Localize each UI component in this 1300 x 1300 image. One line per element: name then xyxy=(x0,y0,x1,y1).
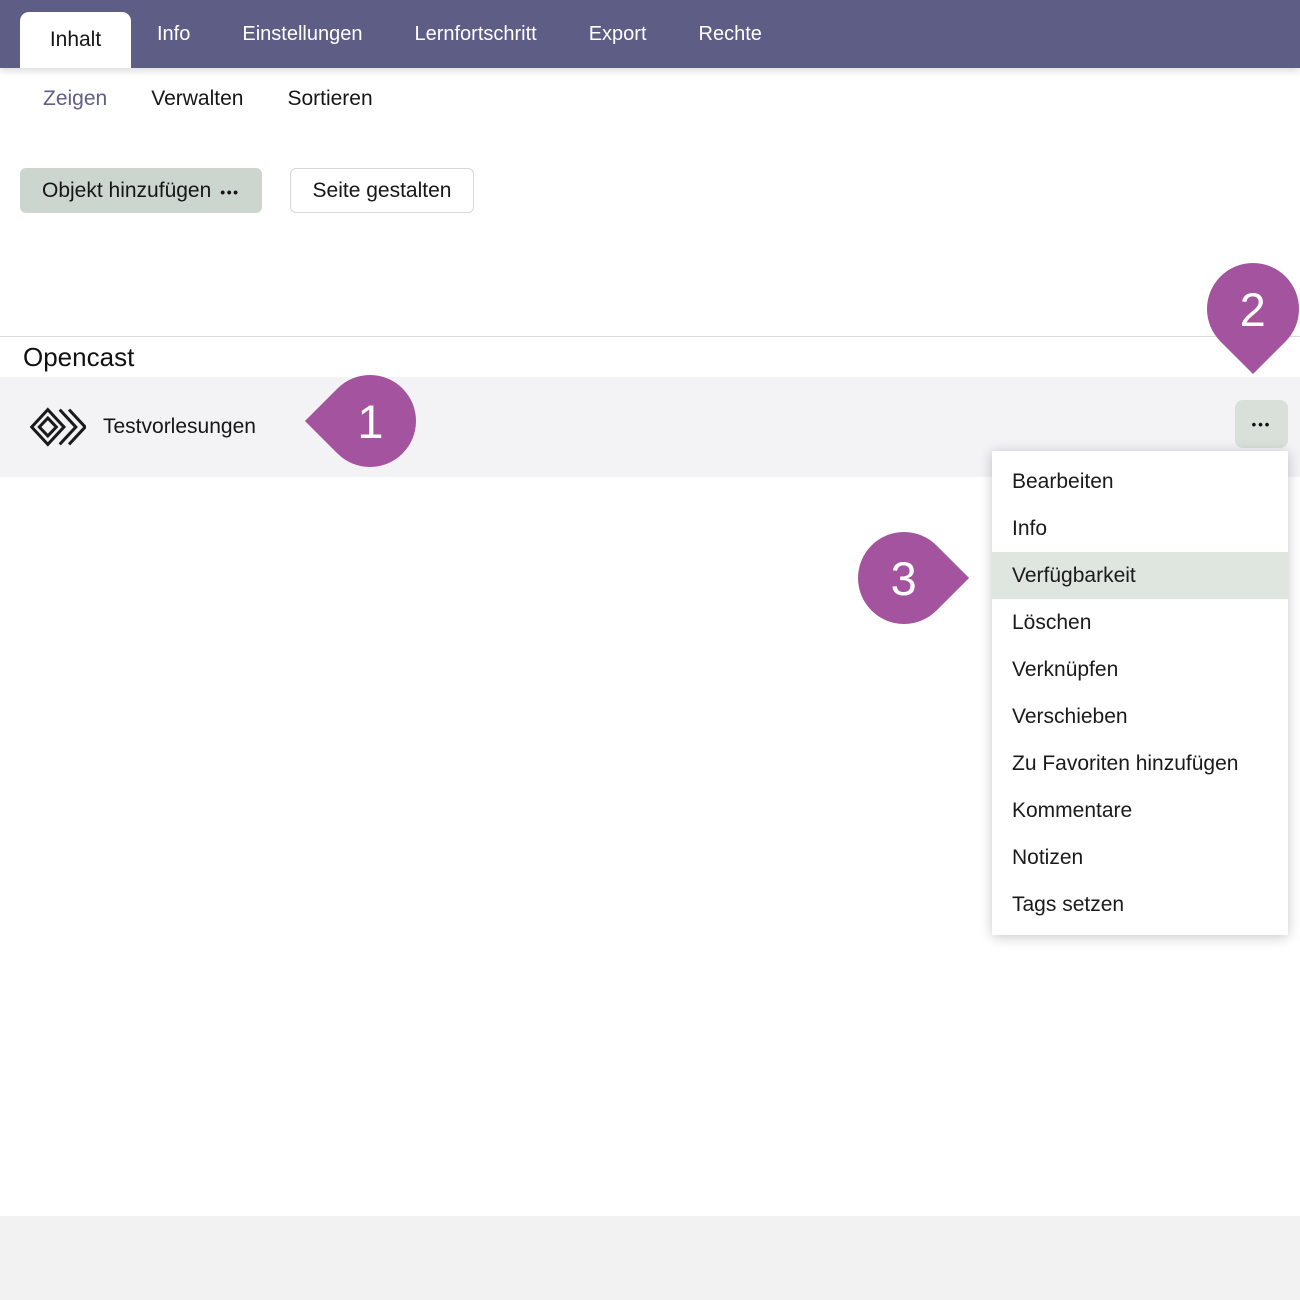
item-actions-menu: Bearbeiten Info Verfügbarkeit Löschen Ve… xyxy=(992,451,1288,935)
ellipsis-icon: ••• xyxy=(1252,417,1272,432)
menu-item-kommentare[interactable]: Kommentare xyxy=(992,787,1288,834)
design-page-label: Seite gestalten xyxy=(313,179,452,203)
subtab-sortieren[interactable]: Sortieren xyxy=(287,87,372,111)
ellipsis-icon: ••• xyxy=(220,184,239,200)
tab-einstellungen[interactable]: Einstellungen xyxy=(216,0,388,68)
section-title: Opencast xyxy=(23,342,1300,373)
add-object-label: Objekt hinzufügen xyxy=(42,179,211,203)
menu-item-notizen[interactable]: Notizen xyxy=(992,834,1288,881)
menu-item-verschieben[interactable]: Verschieben xyxy=(992,693,1288,740)
tab-inhalt[interactable]: Inhalt xyxy=(20,12,131,68)
menu-item-bearbeiten[interactable]: Bearbeiten xyxy=(992,458,1288,505)
page: Inhalt Info Einstellungen Lernfortschrit… xyxy=(0,0,1300,1300)
add-object-button[interactable]: Objekt hinzufügen ••• xyxy=(20,168,262,213)
sub-tab-bar: Zeigen Verwalten Sortieren xyxy=(0,68,1300,130)
content-section-header: Opencast xyxy=(0,336,1300,377)
menu-item-loeschen[interactable]: Löschen xyxy=(992,599,1288,646)
tab-export[interactable]: Export xyxy=(563,0,673,68)
item-title-link[interactable]: Testvorlesungen xyxy=(103,415,256,439)
menu-item-zu-favoriten[interactable]: Zu Favoriten hinzufügen xyxy=(992,740,1288,787)
tab-info[interactable]: Info xyxy=(131,0,216,68)
page-footer xyxy=(0,1216,1300,1300)
menu-item-verfuegbarkeit[interactable]: Verfügbarkeit xyxy=(992,552,1288,599)
menu-item-tags-setzen[interactable]: Tags setzen xyxy=(992,881,1288,928)
annotation-marker-3: 3 xyxy=(839,513,969,643)
menu-item-verknuepfen[interactable]: Verknüpfen xyxy=(992,646,1288,693)
annotation-marker-3-number: 3 xyxy=(891,554,917,601)
subtab-verwalten[interactable]: Verwalten xyxy=(151,87,243,111)
menu-item-info[interactable]: Info xyxy=(992,505,1288,552)
design-page-button[interactable]: Seite gestalten xyxy=(290,168,475,213)
annotation-marker-2-number: 2 xyxy=(1240,285,1266,332)
top-tab-bar: Inhalt Info Einstellungen Lernfortschrit… xyxy=(0,0,1300,68)
annotation-marker-1-number: 1 xyxy=(357,398,383,445)
toolbar: Objekt hinzufügen ••• Seite gestalten xyxy=(20,168,474,213)
subtab-zeigen[interactable]: Zeigen xyxy=(43,87,107,111)
opencast-series-icon xyxy=(30,406,86,448)
tab-lernfortschritt[interactable]: Lernfortschritt xyxy=(388,0,562,68)
tab-rechte[interactable]: Rechte xyxy=(673,0,788,68)
item-actions-button[interactable]: ••• xyxy=(1235,400,1288,448)
